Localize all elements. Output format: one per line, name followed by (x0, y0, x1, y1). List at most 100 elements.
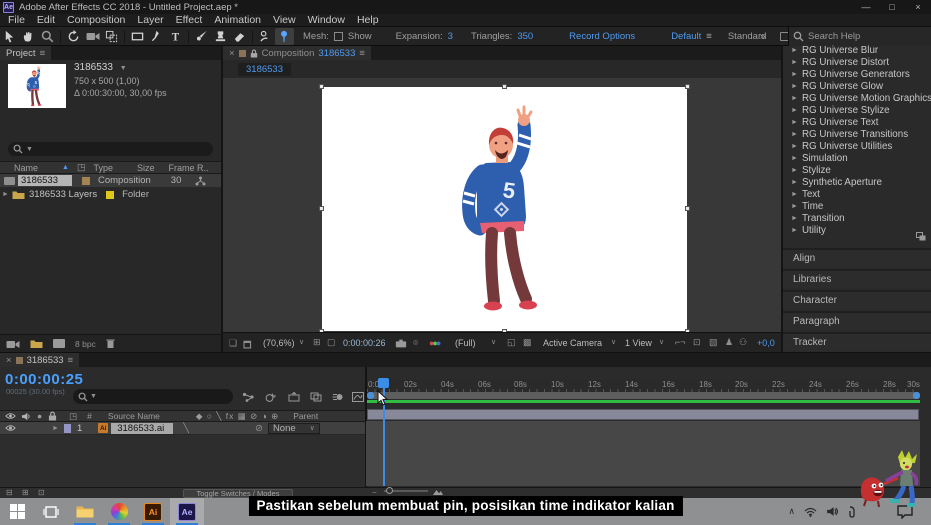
project-row-composition[interactable]: 3186533 Composition 30 (0, 174, 221, 187)
expansion-value[interactable]: 3 (448, 31, 453, 42)
comp-mini-flowchart-icon[interactable] (240, 390, 256, 404)
layer-duration-bar[interactable] (367, 409, 919, 420)
viewer-timecode[interactable]: 0:00:00:26 (343, 338, 386, 348)
project-tab[interactable]: Project ≡ (0, 46, 52, 60)
effects-category[interactable]: ► Text (783, 188, 931, 200)
work-area-start-handle[interactable] (367, 392, 374, 399)
snapshot-icon[interactable] (395, 339, 407, 348)
timeline-button-icon[interactable]: ♟ (725, 337, 733, 348)
expand-in-out-icon[interactable]: ⊟ (6, 488, 13, 497)
brush-tool[interactable] (192, 28, 211, 45)
menu-file[interactable]: File (8, 14, 25, 26)
draft-3d-icon[interactable] (262, 390, 278, 404)
time-ruler[interactable]: 0:00f 02s 04s 06s 08s 10s 12s 14s 16s 18… (367, 379, 920, 392)
column-size[interactable]: Size (137, 163, 155, 173)
graph-editor-icon[interactable] (350, 390, 366, 404)
channel-icon[interactable]: ●●● (429, 338, 442, 348)
menu-composition[interactable]: Composition (67, 14, 125, 26)
safe-margins-icon[interactable]: ⊞ (313, 337, 321, 348)
tab-close-icon[interactable]: × (229, 48, 235, 59)
row-name[interactable]: 3186533 (18, 175, 72, 186)
selection-handle[interactable] (319, 84, 324, 89)
parent-pick-whip-icon[interactable]: ⊘ (255, 423, 263, 434)
type-tool[interactable]: T (166, 28, 185, 45)
selection-handle[interactable] (319, 206, 324, 211)
chevron-down-icon[interactable]: ∨ (659, 338, 664, 346)
record-options-button[interactable]: Record Options (569, 31, 635, 42)
effects-category[interactable]: ► Transition (783, 212, 931, 224)
label-swatch[interactable] (81, 176, 90, 185)
file-explorer-button[interactable] (68, 498, 102, 525)
panel-libraries[interactable]: Libraries (783, 269, 931, 288)
panel-menu-icon[interactable]: ≡ (40, 48, 46, 59)
layer-label-swatch[interactable] (63, 423, 71, 433)
layer-row[interactable]: ► 1 Ai 3186533.ai ╲ ⊘ None ∨ (0, 422, 365, 435)
zoom-in-mountain-icon[interactable] (432, 488, 444, 496)
trash-icon[interactable] (106, 338, 115, 349)
menu-help[interactable]: Help (357, 14, 379, 26)
transparency-grid-icon[interactable]: ▩ (523, 337, 532, 348)
clone-stamp-tool[interactable] (211, 28, 230, 45)
help-search-input[interactable] (808, 31, 918, 42)
panel-tracker[interactable]: Tracker (783, 332, 931, 351)
volume-icon[interactable] (826, 506, 838, 517)
composition-tab[interactable]: × Composition 3186533 ≡ (223, 46, 371, 60)
illustrator-button[interactable]: Ai (136, 498, 170, 525)
menu-animation[interactable]: Animation (214, 14, 261, 26)
wifi-icon[interactable] (804, 507, 817, 517)
twirl-icon[interactable]: ► (2, 191, 9, 198)
workspace-default-button[interactable]: Default (671, 31, 701, 42)
pen-tool[interactable] (147, 28, 166, 45)
new-folder-icon[interactable] (30, 339, 43, 349)
fast-previews-icon[interactable]: ▧ (709, 337, 718, 348)
menu-view[interactable]: View (273, 14, 296, 26)
column-name[interactable]: Name (14, 163, 38, 173)
mesh-show-checkbox[interactable] (333, 31, 343, 41)
effects-category[interactable]: ► RG Universe Motion Graphics (783, 92, 931, 104)
menu-window[interactable]: Window (308, 14, 345, 26)
bpc-label[interactable]: 8 bpc (75, 339, 96, 349)
menu-edit[interactable]: Edit (37, 14, 55, 26)
region-of-interest-icon[interactable]: ◱ (507, 337, 516, 348)
effects-category[interactable]: ► Simulation (783, 152, 931, 164)
hide-shy-layers-icon[interactable] (286, 390, 302, 404)
interpret-footage-icon[interactable] (6, 339, 20, 349)
project-search-box[interactable]: ▼ (8, 142, 213, 156)
selection-tool[interactable] (0, 28, 19, 45)
effects-category[interactable]: ► RG Universe Utilities (783, 140, 931, 152)
puppet-pin-tool[interactable] (275, 27, 294, 45)
label-swatch[interactable] (106, 190, 115, 199)
effects-category[interactable]: ► Synthetic Aperture (783, 176, 931, 188)
effects-category[interactable]: ► RG Universe Transitions (783, 128, 931, 140)
magnification-dropdown[interactable]: (70,6%) (263, 338, 295, 348)
effects-category[interactable]: ► RG Universe Blur (783, 44, 931, 56)
layer-twirl-icon[interactable]: ► (52, 425, 59, 432)
exposure-value[interactable]: +0,0 (757, 338, 775, 348)
minimize-button[interactable]: — (853, 0, 879, 14)
hidden-icons-chevron-icon[interactable]: ∧ (788, 506, 795, 517)
work-area-end-handle[interactable] (913, 392, 920, 399)
effects-category[interactable]: ► RG Universe Distort (783, 56, 931, 68)
camera-tool[interactable] (83, 28, 102, 45)
selection-handle[interactable] (685, 84, 690, 89)
playhead-handle[interactable] (378, 378, 389, 388)
rotate-tool[interactable] (64, 28, 83, 45)
mask-visibility-icon[interactable]: ▢ (327, 337, 336, 348)
camera-view-dropdown[interactable]: Active Camera (543, 338, 602, 348)
effects-category[interactable]: ► RG Universe Text (783, 116, 931, 128)
comp-breadcrumb[interactable]: 3186533 (238, 63, 291, 76)
always-preview-icon[interactable]: ❏ (229, 338, 237, 349)
layer-source-name[interactable]: 3186533.ai (111, 422, 174, 434)
after-effects-button[interactable]: Ae (170, 498, 204, 525)
parent-dropdown[interactable]: None ∨ (267, 422, 320, 434)
label-column-icon[interactable]: ◳ (77, 162, 86, 173)
work-area-bar[interactable] (367, 392, 920, 399)
toolbar-overflow-icon[interactable]: » (760, 31, 765, 42)
composition-viewer[interactable] (223, 78, 781, 334)
chevron-down-icon[interactable]: ∨ (611, 338, 616, 346)
pixel-aspect-icon[interactable]: ⊡ (693, 337, 701, 348)
zoom-slider-thumb[interactable] (386, 487, 393, 494)
selection-handle[interactable] (502, 84, 507, 89)
motion-blur-icon[interactable] (330, 390, 346, 404)
transfer-controls-icon[interactable]: ⊡ (38, 488, 45, 497)
